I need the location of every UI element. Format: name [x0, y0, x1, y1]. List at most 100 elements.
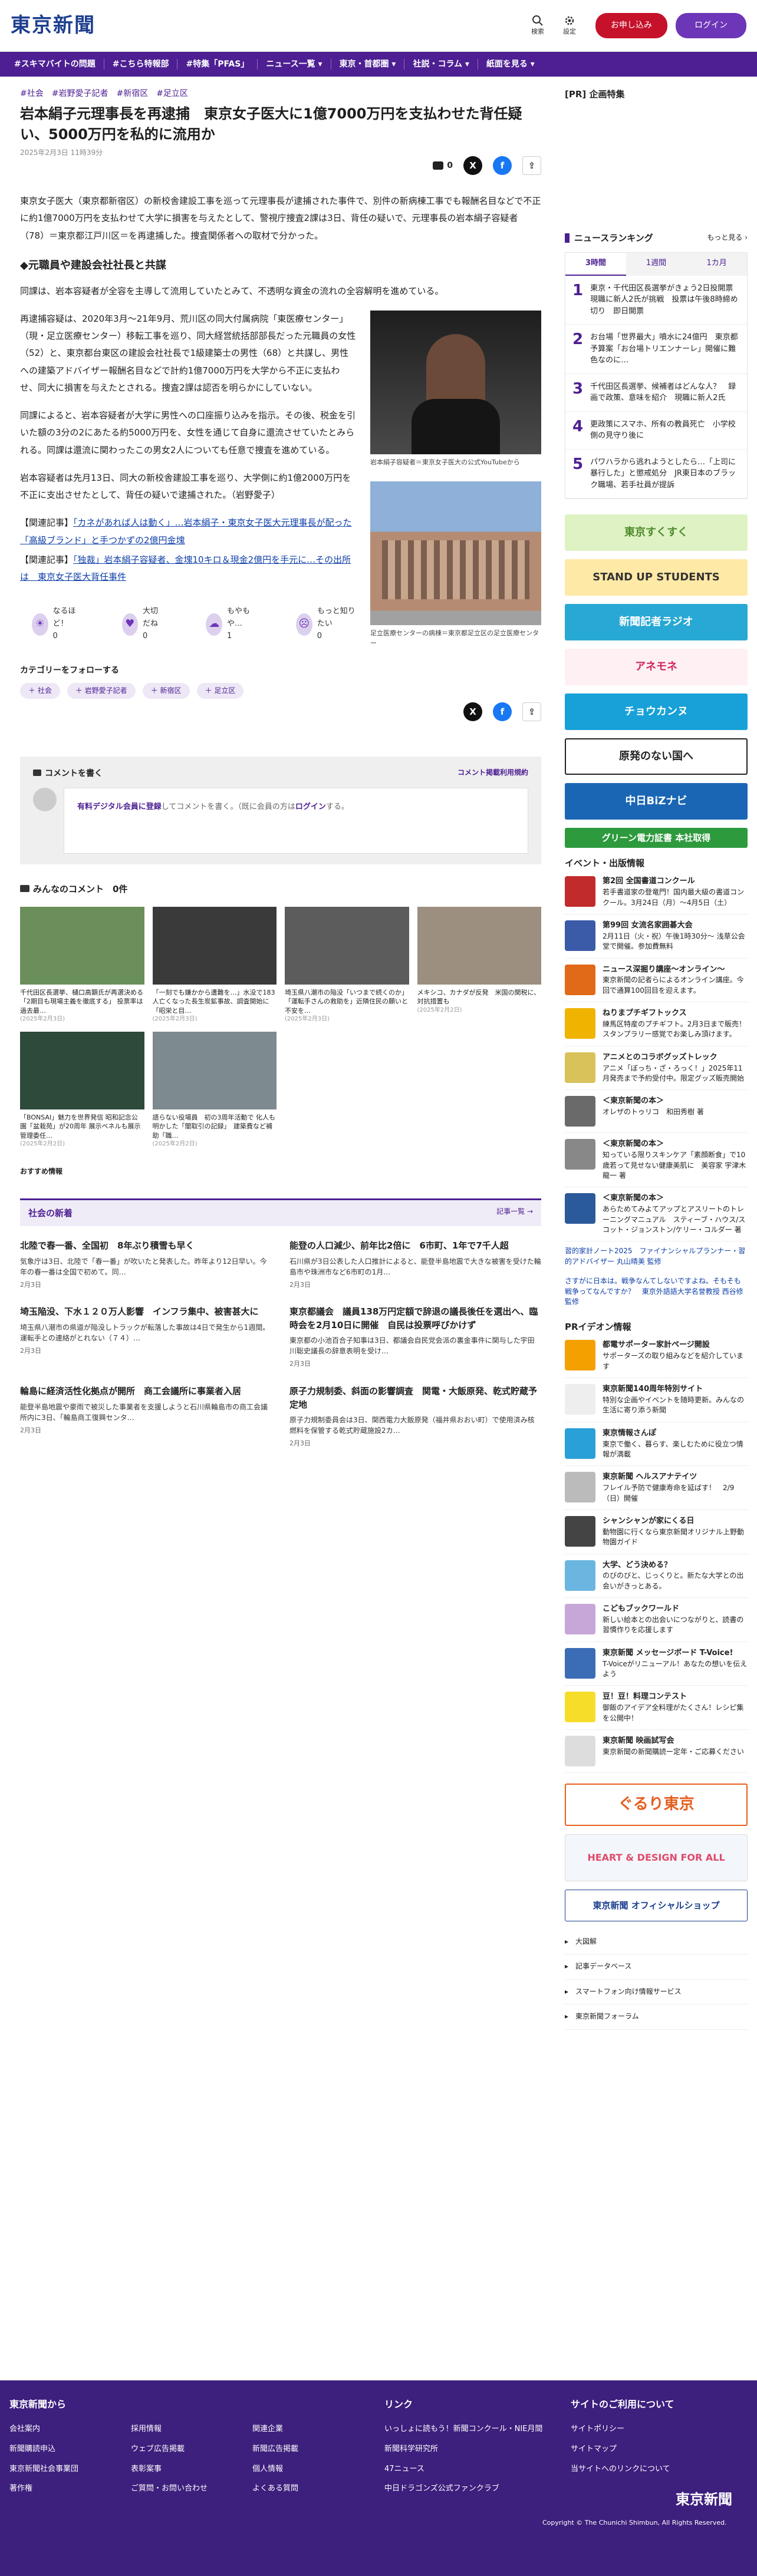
footer-link[interactable]: 会社案内	[9, 2419, 78, 2439]
thumb-card[interactable]: メキシコ、カナダが反発 米国の関税に、対抗措置も (2025年2月2日)	[417, 906, 541, 1023]
news-item[interactable]: 東京都議会 議員138万円定額で辞退の議長後任を選出へ、臨時会を2月10日に開催…	[289, 1305, 541, 1369]
tag-link[interactable]: #岩野愛子記者	[52, 87, 108, 100]
news-item[interactable]: 原子力規制委、斜面の影響調査 関電・大飯原発、乾式貯蔵予定地 原子力規制委員会は3…	[289, 1385, 541, 1449]
event-item[interactable]: 第99回 女流名家囲碁大会 2月11日（火・祝）午後1時30分〜 浅草公会堂で開催…	[565, 914, 748, 959]
pr-item[interactable]: こどもブックワールド 新しい絵本との出会いにつながりと、読書の習慣作りを応援します	[565, 1598, 748, 1642]
footer-logo[interactable]: 東京新聞	[676, 2491, 732, 2508]
subscribe-button[interactable]: お申し込み	[595, 13, 667, 38]
footer-link[interactable]: 当サイトへのリンクについて	[571, 2459, 670, 2479]
follow-pill[interactable]: ＋ 社会	[20, 683, 60, 699]
pr-item[interactable]: 東京新聞 映画試写会 東京新聞の新聞購読ー定年・ご応募ください	[565, 1730, 748, 1774]
reaction-shiritai[interactable]: ☹ もっと知りたい 0	[296, 606, 356, 642]
event-item[interactable]: ＜東京新聞の本＞ 知っている限りスキンケア「素顔断食」で10歳若って見せない健康美…	[565, 1133, 748, 1188]
footer-link[interactable]: いっしょに読もう！新聞コンクール・NIE月間	[384, 2419, 542, 2439]
footer-link[interactable]: 著作権	[9, 2479, 78, 2499]
footer-link[interactable]: よくある質問	[252, 2479, 298, 2499]
event-item[interactable]: ねりまプチギフトックス 練馬区特産のプチギフト。2月3日まで販売！スタンプラリー感…	[565, 1002, 748, 1046]
footer-link[interactable]: 新聞科学研究所	[384, 2439, 542, 2459]
nav-item-paper[interactable]: 紙面を見る ▾	[478, 58, 543, 71]
thumb-card[interactable]: 「BONSAI」魅力を世界発信 昭和記念公園「盆栽苑」が20周年 展示ベネルも展…	[20, 1032, 147, 1148]
footer-link[interactable]: 個人情報	[252, 2459, 298, 2479]
thumb-card[interactable]: 「一刻でも嫌かから遭難を…」水没で183人亡くなった長生炭鉱事故、調査開始に「昭…	[152, 906, 277, 1023]
news-item[interactable]: 能登の人口減少、前年比2倍に 6市町、1年で7千人超 石川県が3日公表した人口推計…	[289, 1239, 541, 1290]
follow-pill[interactable]: ＋ 岩野愛子記者	[67, 683, 136, 699]
footer-link[interactable]: ご質問・お問い合わせ	[131, 2479, 208, 2499]
footer-link[interactable]: 東京新聞社会事業団	[9, 2459, 78, 2479]
x-share-icon[interactable]: X	[463, 702, 482, 722]
comment-login-link[interactable]: ログイン	[295, 802, 326, 811]
site-logo[interactable]: 東京新聞	[11, 9, 96, 41]
event-item[interactable]: アニメとのコラボグッズトレック アニメ「ぼっち・ざ・ろっく！」2025年11月発売…	[565, 1046, 748, 1091]
login-button[interactable]: ログイン	[676, 13, 746, 38]
photo-hospital[interactable]	[370, 481, 541, 626]
banner-green[interactable]: グリーン電力証書 本社取得	[565, 828, 748, 848]
ad-gururi-tokyo[interactable]: ぐるり東京	[565, 1784, 748, 1827]
facebook-share-icon[interactable]: f	[493, 702, 512, 722]
event-item[interactable]: ＜東京新聞の本＞ あらためてみよてアップとアスリートのトレーニングマニュアル ステ…	[565, 1187, 748, 1242]
tab-3h[interactable]: 3時間	[565, 253, 626, 276]
nav-item-column[interactable]: 社説・コラム ▾	[404, 58, 477, 71]
pr-item[interactable]: シャンシャンが家にくる日 動物園に行くなら東京新聞オリジナル上野動物園ガイド	[565, 1510, 748, 1554]
banner-standup[interactable]: STAND UP STUDENTS	[565, 559, 748, 596]
banner-choukannu[interactable]: チョウカンヌ	[565, 693, 748, 731]
footer-link[interactable]: 新聞購読申込	[9, 2439, 78, 2459]
nav-item-pfas[interactable]: #特集「PFAS」	[177, 58, 257, 71]
settings-button[interactable]: 設定	[558, 15, 581, 37]
reaction-taisetsu[interactable]: ♥ 大切だね 0	[121, 606, 165, 642]
comment-count[interactable]: 0	[433, 159, 453, 172]
pr-item[interactable]: 豆！豆！料理コンテスト 御飯のアイデア全料理がたくさん！レシピ集を公開中！	[565, 1686, 748, 1730]
thumb-card[interactable]: 千代田区長選挙、樋口高顕氏が再選決める「2期目も現場主義を徹底する」 投票率は過…	[20, 906, 144, 1023]
search-button[interactable]: 検索	[526, 15, 549, 37]
x-share-icon[interactable]: X	[463, 156, 482, 176]
tab-1w[interactable]: 1週間	[626, 253, 687, 276]
event-item[interactable]: ＜東京新聞の本＞ オレザのトゥリコ 和田秀樹 著	[565, 1090, 748, 1134]
follow-pill[interactable]: ＋ 新宿区	[142, 683, 190, 699]
nav-item-sukima[interactable]: #スキマバイトの問題	[6, 58, 104, 71]
nav-item-tokyo[interactable]: 東京・首都圏 ▾	[331, 58, 404, 71]
comment-policy-link[interactable]: コメント掲載利用規約	[458, 767, 528, 780]
share-icon[interactable]: ⇪	[522, 156, 541, 176]
event-item[interactable]: ニュース深掘り講座〜オンライン〜 東京新聞の記者らによるオンライン講座。今回で通算…	[565, 959, 748, 1003]
ad-official-shop[interactable]: 東京新聞 オフィシャルショップ	[565, 1890, 748, 1922]
footer-link[interactable]: ウェブ広告掲載	[131, 2439, 208, 2459]
banner-biz[interactable]: 中日BiZナビ	[565, 783, 748, 820]
banner-genpatsu[interactable]: 原発のない国へ	[565, 738, 748, 775]
pr-item[interactable]: 東京新聞 メッセージボード T-Voice! T-Voiceがリニューアル！あなた…	[565, 1642, 748, 1686]
footer-link[interactable]: 関連企業	[252, 2419, 298, 2439]
footer-link[interactable]: 新聞広告掲載	[252, 2439, 298, 2459]
text-ad[interactable]: 習的家計ノート2025 ファイナンシャルプランナー・習的アドバイザー 丸山晴美 …	[565, 1241, 748, 1272]
side-link[interactable]: ▸ 大図解	[565, 1930, 748, 1955]
ranking-item[interactable]: 2 お台場「世界最大」噴水に24億円 東京都予算案「お台場トリエンナーレ」開催に難…	[565, 325, 747, 374]
follow-pill[interactable]: ＋ 足立区	[196, 683, 244, 699]
side-link[interactable]: ▸ 東京新聞フォーラム	[565, 2004, 748, 2030]
tag-link[interactable]: #足立区	[156, 87, 188, 100]
photo-portrait[interactable]	[370, 310, 541, 454]
banner-radio[interactable]: 新聞記者ラジオ	[565, 604, 748, 641]
pr-item[interactable]: 東京情報さんぽ 東京で働く、暮らす、楽しむために役立つ情報が満載	[565, 1422, 748, 1467]
event-item[interactable]: 第2回 全国書道コンクール 若手書道家の登竜門！国内最大級の書道コンクール。3月2…	[565, 870, 748, 914]
footer-link[interactable]: サイトポリシー	[571, 2419, 670, 2439]
ad-heart-design[interactable]: HEART & DESIGN FOR ALL	[565, 1834, 748, 1882]
nav-item-tokuhou[interactable]: #こちら特報部	[104, 58, 177, 71]
pr-special-title[interactable]: [PR] 企画特集	[565, 87, 748, 101]
banner-sukusuku[interactable]: 東京すくすく	[565, 514, 748, 551]
ranking-item[interactable]: 4 更政策にスマホ、所有の教員死亡 小学校側の見守り後に	[565, 412, 747, 450]
footer-link[interactable]: 表彰案事	[131, 2459, 208, 2479]
thumb-card[interactable]: 語らない役場員 初の3周年活動で 化人も明かした「闇取引の記録」 建築費など補助…	[152, 1032, 277, 1148]
footer-link[interactable]: 47ニュース	[384, 2459, 542, 2479]
news-item[interactable]: 輪島に経済活性化拠点が開所 商工会議所に事業者入居 能登半島地震や豪雨で被災した事…	[20, 1385, 272, 1449]
reaction-moyamoya[interactable]: ☁ もやもや… 1	[206, 606, 255, 642]
tag-link[interactable]: #新宿区	[116, 87, 148, 100]
tab-1m[interactable]: 1カ月	[686, 253, 747, 276]
reaction-naruhodo[interactable]: ☀ なるほど！ 0	[32, 606, 81, 642]
ranking-item[interactable]: 5 パワハラから逃れようとしたら…「上司に暴行した」と懲戒処分 JR東日本のブラッ…	[565, 450, 747, 499]
tag-link[interactable]: #社会	[20, 87, 44, 100]
pr-item[interactable]: 東京新聞 ヘルスアナテイツ フレイル予防で健康寿命を延ばす！ 2/9（日）開催	[565, 1466, 748, 1510]
news-item[interactable]: 埼玉陥没、下水１２０万人影響 インフラ集中、被害甚大に 埼玉県八潮市の県道が陥没し…	[20, 1305, 272, 1369]
share-icon[interactable]: ⇪	[522, 702, 541, 722]
nav-item-news[interactable]: ニュース一覧 ▾	[258, 58, 330, 71]
footer-link[interactable]: 採用情報	[131, 2419, 208, 2439]
ranking-item[interactable]: 3 千代田区長選挙、候補者はどんな人？ 録画で政策、意味を紹介 現職に新人2氏	[565, 374, 747, 412]
footer-link[interactable]: サイトマップ	[571, 2439, 670, 2459]
pr-item[interactable]: 大学、どう決める？ のびのびと、じっくりと。新たな大学との出会いがきっとある。	[565, 1554, 748, 1599]
